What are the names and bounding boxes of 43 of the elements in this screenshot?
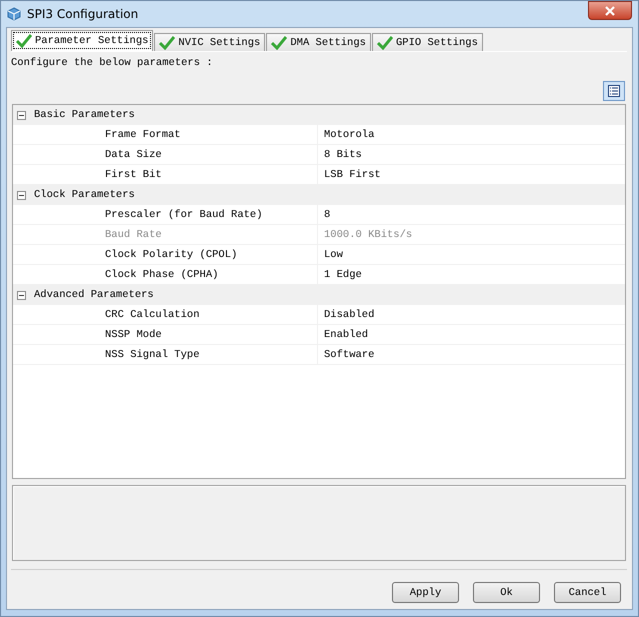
- parameter-value[interactable]: 8 Bits: [318, 148, 362, 160]
- parameter-name: NSSP Mode: [13, 325, 318, 344]
- parameter-value[interactable]: Motorola: [318, 128, 374, 140]
- check-icon: [16, 34, 32, 48]
- parameter-value[interactable]: 1 Edge: [318, 268, 362, 280]
- dialog-button[interactable]: Ok: [473, 582, 540, 603]
- parameter-name: Frame Format: [13, 125, 318, 144]
- dialog-button[interactable]: Cancel: [554, 582, 621, 603]
- parameter-name: NSS Signal Type: [13, 345, 318, 364]
- collapse-toggle[interactable]: [17, 290, 26, 300]
- parameter-value[interactable]: LSB First: [318, 168, 381, 180]
- window-title: SPI3 Configuration: [27, 7, 138, 21]
- tab[interactable]: DMA Settings: [266, 33, 371, 51]
- group-label: Clock Parameters: [34, 189, 135, 201]
- close-icon: [605, 6, 615, 16]
- parameter-name: Clock Phase (CPHA): [13, 265, 318, 284]
- parameter-name: Data Size: [13, 145, 318, 164]
- dialog-button[interactable]: Apply: [392, 582, 459, 603]
- check-icon: [159, 36, 176, 50]
- group-label: Basic Parameters: [34, 109, 135, 121]
- group-label: Advanced Parameters: [34, 289, 154, 301]
- parameter-value[interactable]: 8: [318, 208, 330, 220]
- collapse-toggle[interactable]: [17, 110, 26, 120]
- tab[interactable]: NVIC Settings: [154, 33, 266, 51]
- check-icon: [376, 36, 393, 50]
- parameter-name: CRC Calculation: [13, 305, 318, 324]
- collapse-toggle[interactable]: [17, 190, 26, 200]
- parameter-name: Clock Polarity (CPOL): [13, 245, 318, 264]
- list-icon: [608, 85, 620, 97]
- list-view-button[interactable]: [603, 81, 625, 101]
- parameter-name: First Bit: [13, 165, 318, 184]
- parameter-value[interactable]: Low: [318, 248, 343, 260]
- parameter-name: Prescaler (for Baud Rate): [13, 205, 318, 224]
- close-button[interactable]: [588, 1, 632, 20]
- parameter-name: Baud Rate: [13, 225, 318, 244]
- cube-icon: [7, 7, 21, 21]
- check-icon: [271, 36, 288, 50]
- tab[interactable]: GPIO Settings: [372, 33, 483, 51]
- parameter-value[interactable]: Software: [318, 348, 374, 360]
- instruction-text: Configure the below parameters :: [11, 56, 214, 71]
- tab[interactable]: Parameter Settings: [11, 30, 154, 51]
- parameter-value[interactable]: Enabled: [318, 328, 368, 340]
- parameter-value[interactable]: Disabled: [318, 308, 374, 320]
